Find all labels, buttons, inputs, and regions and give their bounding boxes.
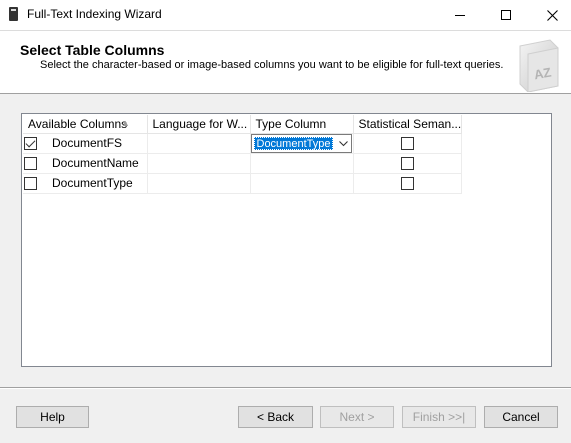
maximize-button[interactable] bbox=[483, 0, 529, 30]
maximize-icon bbox=[501, 10, 511, 20]
row-checkbox[interactable] bbox=[24, 136, 37, 150]
book-az-text: AZ bbox=[533, 64, 553, 82]
finish-button[interactable]: Finish >>| bbox=[402, 406, 476, 428]
app-icon bbox=[9, 7, 18, 21]
language-cell[interactable] bbox=[147, 173, 251, 194]
page-subtitle: Select the character-based or image-base… bbox=[40, 59, 504, 71]
page-title: Select Table Columns bbox=[20, 42, 165, 58]
type-column-cell[interactable] bbox=[250, 153, 354, 174]
type-column-dropdown[interactable]: DocumentType bbox=[250, 133, 352, 153]
grid-header-row: Available Columns ▲ Language for W... Typ… bbox=[23, 115, 463, 134]
minimize-icon bbox=[455, 14, 465, 16]
sort-ascending-icon: ▲ bbox=[121, 118, 130, 128]
back-button[interactable]: < Back bbox=[238, 406, 313, 428]
column-header-language[interactable]: Language for W... bbox=[147, 115, 251, 134]
statistical-checkbox[interactable] bbox=[400, 176, 414, 190]
columns-table: Available Columns ▲ Language for W... Typ… bbox=[23, 115, 463, 194]
column-name: DocumentFS bbox=[52, 136, 123, 150]
language-cell[interactable] bbox=[147, 153, 251, 174]
column-name: DocumentType bbox=[52, 176, 133, 190]
column-header-type[interactable]: Type Column bbox=[250, 115, 354, 134]
minimize-button[interactable] bbox=[437, 0, 483, 30]
cancel-button[interactable]: Cancel bbox=[484, 406, 558, 428]
row-checkbox[interactable] bbox=[24, 156, 37, 170]
column-name: DocumentName bbox=[52, 156, 139, 170]
chevron-down-icon bbox=[338, 140, 348, 146]
table-row: DocumentType bbox=[23, 173, 463, 194]
column-header-label: Available Columns bbox=[28, 116, 128, 131]
next-button[interactable]: Next > bbox=[320, 406, 394, 428]
type-column-value: DocumentType bbox=[253, 136, 334, 150]
close-button[interactable] bbox=[529, 0, 571, 30]
language-cell[interactable] bbox=[147, 133, 251, 154]
footer-divider bbox=[0, 387, 571, 389]
table-row: DocumentName bbox=[23, 153, 463, 174]
close-icon bbox=[546, 9, 558, 21]
columns-grid[interactable]: Available Columns ▲ Language for W... Typ… bbox=[21, 113, 552, 367]
type-column-cell[interactable] bbox=[250, 173, 354, 194]
table-row: DocumentFS DocumentType bbox=[23, 133, 463, 154]
statistical-checkbox[interactable] bbox=[400, 156, 414, 170]
row-checkbox[interactable] bbox=[24, 176, 37, 190]
book-az-icon: AZ bbox=[519, 39, 559, 92]
statistical-checkbox[interactable] bbox=[400, 136, 414, 150]
column-header-available[interactable]: Available Columns ▲ bbox=[23, 115, 148, 134]
window-title: Full-Text Indexing Wizard bbox=[27, 7, 162, 21]
column-header-statistical[interactable]: Statistical Seman... bbox=[353, 115, 463, 134]
title-bar: Full-Text Indexing Wizard bbox=[0, 0, 571, 30]
wizard-header: Select Table Columns Select the characte… bbox=[0, 30, 571, 94]
help-button[interactable]: Help bbox=[16, 406, 89, 428]
